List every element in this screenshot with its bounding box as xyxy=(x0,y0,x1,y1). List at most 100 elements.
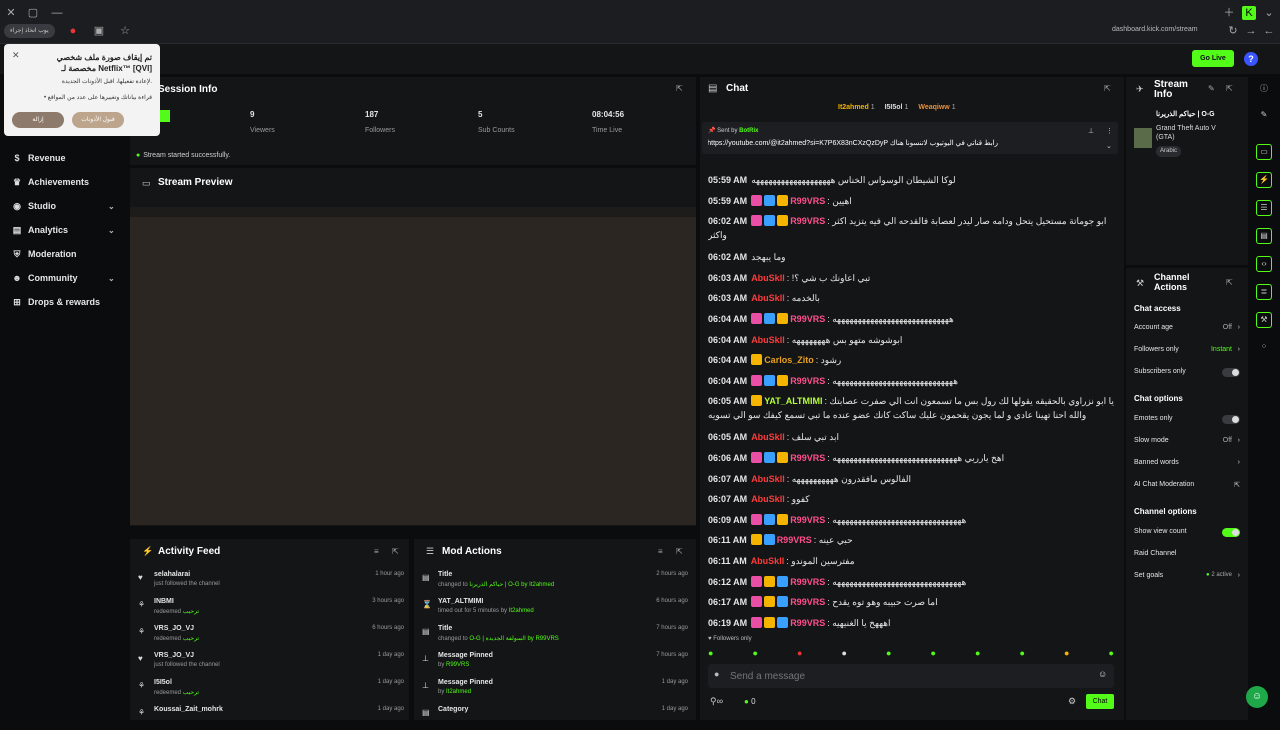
address-bar[interactable]: dashboard.kick.com/stream xyxy=(1112,26,1198,33)
chat-username[interactable]: YAT_ALTMIMI xyxy=(764,396,822,406)
chat-message[interactable]: 06:12 AM R99VRS: هههههههههههههههههههههههه… xyxy=(708,575,1122,589)
pinned-message[interactable]: 📌 Sent by BotRix رابط قناتي في اليوتيوب … xyxy=(702,122,1118,154)
go-live-button[interactable]: Go Live xyxy=(1192,50,1234,67)
emote-icon[interactable]: ● xyxy=(886,648,891,660)
minimize-icon[interactable]: — xyxy=(50,6,64,20)
chat-message[interactable]: 06:05 AM AbuSkll: ابد تبي سلف xyxy=(708,430,1122,444)
activity-user[interactable]: VRS_JO_VJ xyxy=(154,625,194,632)
emoji-icon[interactable]: ☺ xyxy=(1098,669,1107,679)
chat-message[interactable]: 05:59 AM لوكا الشيطان الوسواس الخناس هههه… xyxy=(708,173,1122,187)
followers-only-row[interactable]: Followers only Instant › xyxy=(1134,346,1240,358)
chat-username[interactable]: AbuSkll xyxy=(751,494,785,504)
chat-username[interactable]: AbuSkll xyxy=(751,273,785,283)
edit-icon[interactable]: ✎ xyxy=(1256,108,1272,124)
chat-message[interactable]: 06:11 AM R99VRS: حبي عينه xyxy=(708,533,1122,547)
close-icon[interactable]: ✕ xyxy=(12,50,20,61)
chat-message[interactable]: 06:02 AM وما يبهجد xyxy=(708,250,1122,264)
back-icon[interactable]: ← xyxy=(1262,24,1276,38)
chat-send-button[interactable]: Chat xyxy=(1086,694,1114,709)
sidebar-item-moderation[interactable]: ⛨ Moderation xyxy=(12,246,77,262)
chat-message[interactable]: 06:03 AM AbuSkll: بالخدمه xyxy=(708,291,1122,305)
mod-panel-icon[interactable]: ☰ xyxy=(1256,200,1272,216)
assistant-chat-icon[interactable]: ☺ xyxy=(1246,686,1268,708)
mod-action-item[interactable]: ▤ Title changed to O-G | السولفة الجديدة b… xyxy=(422,625,692,649)
chat-input-box[interactable]: ● ☺ xyxy=(708,664,1114,688)
account-age-row[interactable]: Account age Off › xyxy=(1134,324,1240,336)
settings-tools-icon[interactable]: ⚲∞ xyxy=(710,696,723,707)
chat-message[interactable]: 06:03 AM AbuSkll: تبي اعاونك ب شي ؟! xyxy=(708,271,1122,285)
activity-user[interactable]: Koussai_Zait_mohrk xyxy=(154,706,223,713)
chat-message[interactable]: 06:04 AM R99VRS: هههههههههههههههههههههههه… xyxy=(708,312,1122,326)
user-icon[interactable]: ● xyxy=(714,669,719,679)
chat-username[interactable]: R99VRS xyxy=(790,314,825,324)
gear-icon[interactable]: ⚙ xyxy=(1068,696,1076,707)
show-view-count-toggle[interactable] xyxy=(1222,528,1240,537)
chat-username[interactable]: R99VRS xyxy=(790,453,825,463)
emote-icon[interactable]: ● xyxy=(842,648,847,660)
chat-message[interactable]: 06:06 AM R99VRS: اهخ يارربي ههههههههههههه… xyxy=(708,451,1122,465)
emote-icon[interactable]: ● xyxy=(708,648,713,660)
external-link-icon[interactable]: ⇱ xyxy=(1226,84,1233,93)
mod-action-item[interactable]: ▤ Title changed to حياكم الذريرنا | O-G by… xyxy=(422,571,692,595)
chat-message[interactable]: 05:59 AM R99VRS: اهيين xyxy=(708,194,1122,208)
chat-message[interactable]: 06:07 AM AbuSkll: كفوو xyxy=(708,492,1122,506)
chat-username[interactable]: R99VRS xyxy=(790,618,825,628)
sidebar-item-drops[interactable]: ⊞ Drops & rewards xyxy=(12,294,100,310)
sidebar-item-analytics[interactable]: ▤ Analytics ⌄ xyxy=(12,222,128,238)
more-icon[interactable]: ⋮ xyxy=(1106,127,1113,135)
activity-item[interactable]: ⚘ VRS_JO_VJ redeemed ترحيب 6 hours ago xyxy=(138,625,408,649)
chat-username[interactable]: AbuSkll xyxy=(751,335,785,345)
preview-panel-icon[interactable]: ▭ xyxy=(1256,144,1272,160)
mod-action-item[interactable]: ⊥ Message Pinned by R99VRS 7 hours ago xyxy=(422,652,692,676)
activity-user[interactable]: selahalarai xyxy=(154,571,190,578)
external-link-icon[interactable]: ⇱ xyxy=(676,84,683,93)
chevron-down-icon[interactable]: ⌄ xyxy=(1106,142,1112,150)
emote-icon[interactable]: ● xyxy=(797,648,802,660)
emote-icon[interactable]: ● xyxy=(975,648,980,660)
actions-panel-icon[interactable]: ⚒ xyxy=(1256,312,1272,328)
add-panel-icon[interactable]: ⁘ xyxy=(1256,340,1272,356)
sidebar-item-studio[interactable]: ◉ Studio ⌄ xyxy=(12,198,128,214)
forward-icon[interactable]: → xyxy=(1244,24,1258,38)
chevron-down-icon[interactable]: ⌄ xyxy=(1262,6,1276,20)
browser-action-chip[interactable]: يوب اتخاذ إجراء xyxy=(4,24,55,38)
banned-words-row[interactable]: Banned words › xyxy=(1134,459,1240,471)
chat-username[interactable]: R99VRS xyxy=(790,577,825,587)
activity-user[interactable]: I5I5ol xyxy=(154,679,172,686)
chat-username[interactable]: R99VRS xyxy=(790,196,825,206)
help-button[interactable]: ? xyxy=(1244,52,1258,66)
extension-icon[interactable]: ● xyxy=(66,24,80,38)
stream-preview-video[interactable] xyxy=(130,207,696,525)
emote-icon[interactable]: ● xyxy=(1109,648,1114,660)
pin-icon[interactable]: ⊥ xyxy=(1088,127,1094,135)
mod-action-item[interactable]: ▤ Category 1 day ago xyxy=(422,706,692,730)
filter-icon[interactable]: ≡ xyxy=(374,547,379,556)
mod-action-item[interactable]: ⊥ Message Pinned by It2ahmed 1 day ago xyxy=(422,679,692,703)
emote-icon[interactable]: ● xyxy=(753,648,758,660)
top-chatter[interactable]: I5I5ol 1 xyxy=(885,104,909,111)
activity-item[interactable]: ⚘ I5I5ol redeemed ترحيب 1 day ago xyxy=(138,679,408,703)
chat-message[interactable]: 06:19 AM R99VRS: اهههخ يا الغنيهيه xyxy=(708,616,1122,630)
kick-tab-icon[interactable]: K xyxy=(1242,6,1256,20)
chat-username[interactable]: AbuSkll xyxy=(751,432,785,442)
top-chatter[interactable]: It2ahmed 1 xyxy=(838,104,875,111)
chat-username[interactable]: R99VRS xyxy=(790,376,825,386)
set-goals-row[interactable]: Set goals ● 2 active › xyxy=(1134,572,1240,584)
sidebar-item-achievements[interactable]: ♛ Achievements xyxy=(12,174,89,190)
external-link-icon[interactable]: ⇱ xyxy=(1226,278,1233,287)
chat-message[interactable]: 06:07 AM AbuSkll: الفالوس مافقدرون هههههه… xyxy=(708,472,1122,486)
session-panel-icon[interactable]: ≣ xyxy=(1256,284,1272,300)
pinned-text[interactable]: رابط قناتي في اليوتيوب لاتنسونا هناك htt… xyxy=(708,139,998,147)
chat-message[interactable]: 06:02 AM R99VRS: ابو جوماتة مستحيل يتحل و… xyxy=(708,214,1122,244)
chat-message[interactable]: 06:09 AM R99VRS: هههههههههههههههههههههههه… xyxy=(708,513,1122,527)
raid-channel-row[interactable]: Raid Channel xyxy=(1134,550,1240,562)
chat-message[interactable]: 06:11 AM AbuSkll: مفترسين الموندو xyxy=(708,554,1122,568)
emote-icon[interactable]: ● xyxy=(1020,648,1025,660)
external-link-icon[interactable]: ⇱ xyxy=(1104,84,1111,93)
sidebar-item-revenue[interactable]: $ Revenue xyxy=(12,150,65,166)
chat-message[interactable]: 06:04 AM AbuSkll: ابوشوشه متهو بس ههههههه… xyxy=(708,333,1122,347)
emotes-only-toggle[interactable] xyxy=(1222,415,1240,424)
chat-message[interactable]: 06:05 AM YAT_ALTMIMI: يا ابو نزراوي بالحق… xyxy=(708,394,1122,424)
external-link-icon[interactable]: ⇱ xyxy=(676,547,683,556)
slow-mode-row[interactable]: Slow mode Off › xyxy=(1134,437,1240,449)
